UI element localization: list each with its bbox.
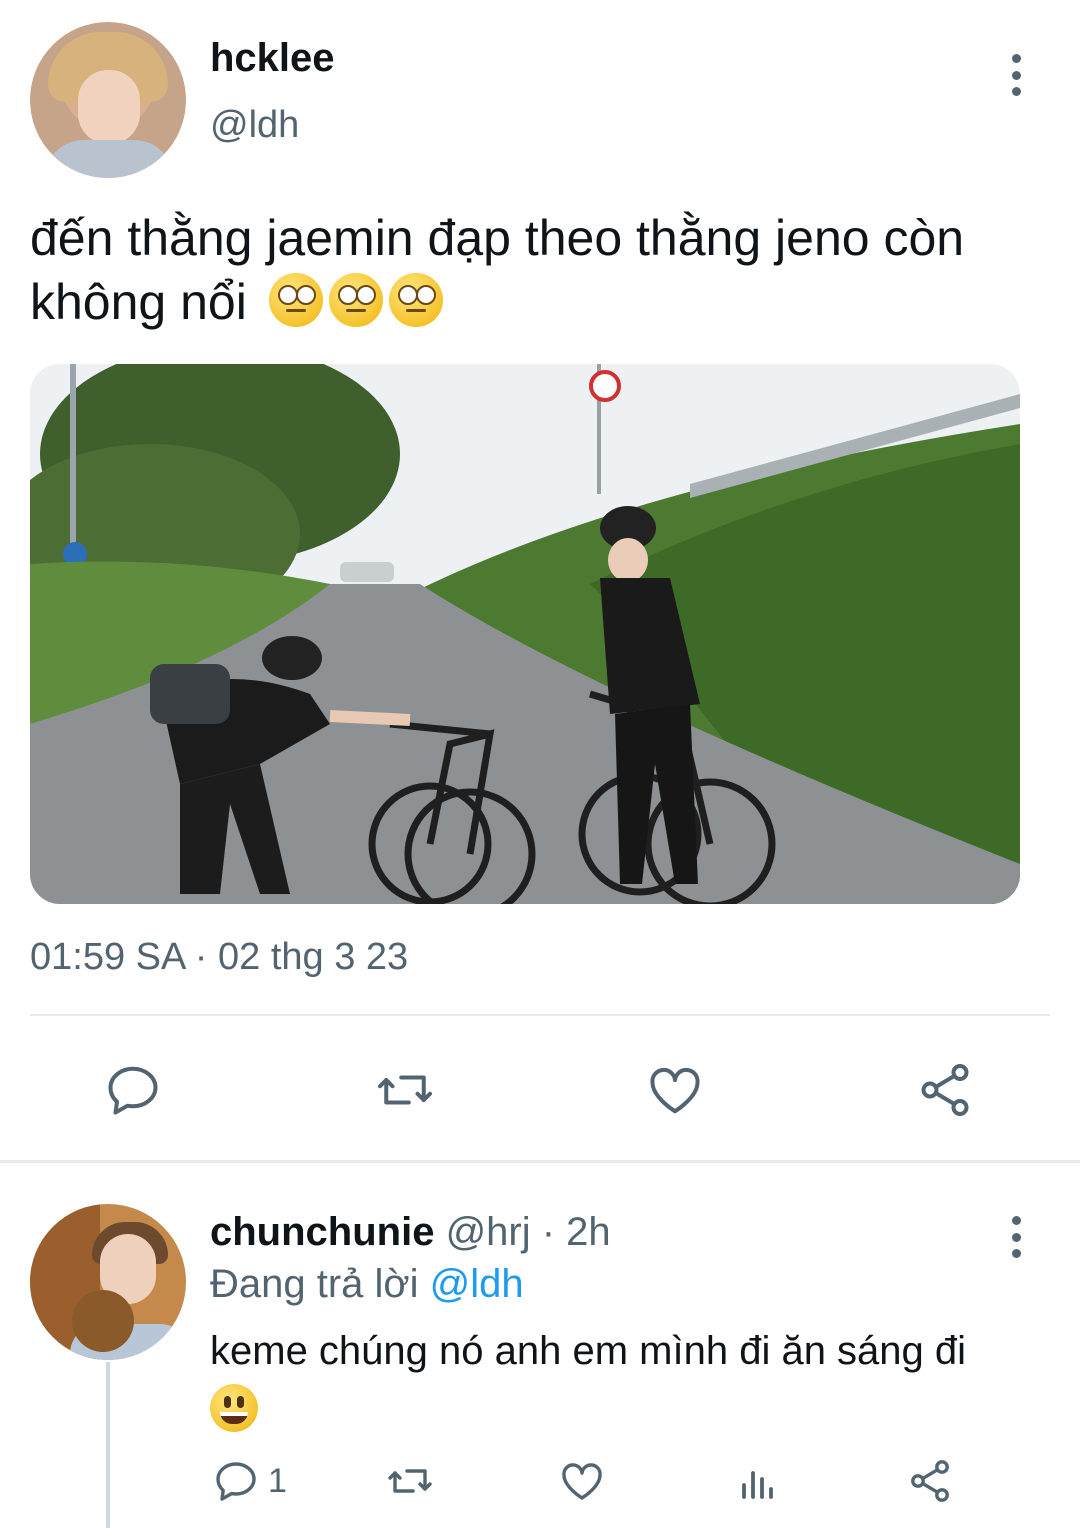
- avatar-face: [78, 70, 140, 144]
- avatar-body: [44, 140, 174, 178]
- reply-display-name[interactable]: chunchunie: [210, 1210, 434, 1254]
- reply-handle-time[interactable]: @hrj · 2h: [446, 1210, 611, 1254]
- tweet-timestamp[interactable]: 01:59 SA · 02 thg 3 23: [30, 936, 408, 979]
- reply-action-bar: 1: [0, 1446, 1080, 1516]
- section-divider: [0, 1160, 1080, 1163]
- reply-text: keme chúng nó anh em mình đi ăn sáng đi: [210, 1326, 1050, 1432]
- analytics-icon[interactable]: [734, 1446, 782, 1516]
- like-icon[interactable]: [558, 1446, 606, 1516]
- tweet-detail-screen: hcklee @ldh đến thằng jaemin đạp theo th…: [0, 0, 1080, 1528]
- rolling-eyes-emoji-icon: [268, 273, 323, 327]
- teddy-bear: [72, 1290, 134, 1352]
- reply-author-avatar[interactable]: [30, 1204, 186, 1360]
- tweet-body: đến thằng jaemin đạp theo thằng jeno còn…: [30, 210, 965, 330]
- divider: [30, 1014, 1050, 1016]
- grinning-emoji-icon: [210, 1384, 258, 1432]
- reply-icon: [216, 1462, 256, 1501]
- reply-body: keme chúng nó anh em mình đi ăn sáng đi: [210, 1329, 967, 1373]
- rolling-eyes-emoji-icon: [388, 273, 443, 327]
- share-icon[interactable]: [906, 1446, 954, 1516]
- reply-reply-button[interactable]: 1: [212, 1446, 287, 1516]
- photo-scene: [30, 364, 1020, 904]
- reply-count: 1: [268, 1461, 287, 1500]
- share-icon[interactable]: [910, 1050, 980, 1130]
- author-handle[interactable]: @ldh: [210, 104, 299, 147]
- more-options-icon[interactable]: [996, 50, 1036, 100]
- retweet-icon[interactable]: [370, 1050, 440, 1130]
- reply-icon[interactable]: [98, 1050, 168, 1130]
- retweet-icon[interactable]: [384, 1446, 436, 1516]
- tweet-photo[interactable]: [30, 364, 1020, 904]
- rolling-eyes-emoji-icon: [328, 273, 383, 327]
- emoji-group: [268, 273, 443, 327]
- reply-header: chunchunie @hrj · 2h: [210, 1210, 611, 1255]
- replying-to-label: Đang trả lời: [210, 1262, 419, 1306]
- reply-more-options-icon[interactable]: [996, 1212, 1036, 1262]
- tweet-text: đến thằng jaemin đạp theo thằng jeno còn…: [30, 206, 1060, 334]
- replying-to: Đang trả lời @ldh: [210, 1262, 524, 1307]
- replying-to-mention[interactable]: @ldh: [430, 1262, 524, 1306]
- like-icon[interactable]: [640, 1050, 710, 1130]
- author-display-name[interactable]: hcklee: [210, 36, 335, 81]
- tweet-action-bar: [0, 1050, 1080, 1130]
- author-avatar[interactable]: [30, 22, 186, 178]
